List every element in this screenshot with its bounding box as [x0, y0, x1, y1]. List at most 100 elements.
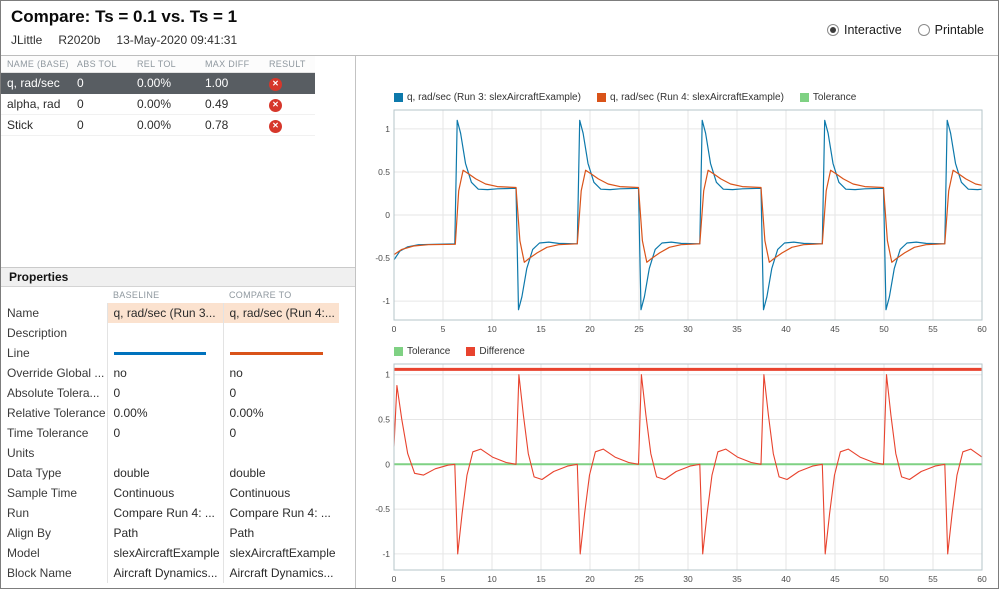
property-value-baseline[interactable]: 0 — [106, 383, 223, 403]
comparison-table: NAME (BASE) ABS TOL REL TOL MAX DIFF RES… — [1, 56, 315, 136]
user-name: JLittle — [11, 33, 43, 47]
abs-tol-cell[interactable]: 0 — [71, 93, 131, 115]
col-rel-tol: REL TOL — [131, 56, 199, 73]
signal-name-cell: Stick — [1, 114, 71, 136]
legend-label: Difference — [479, 345, 525, 357]
radio-printable-icon[interactable] — [917, 24, 930, 36]
legend-color-swatch — [799, 92, 809, 102]
property-value-compare[interactable]: Continuous — [222, 483, 339, 503]
property-value-compare[interactable]: 0 — [222, 383, 339, 403]
col-result: RESULT — [263, 56, 315, 73]
property-label: Block Name — [7, 566, 72, 580]
property-value-compare[interactable]: Aircraft Dynamics... — [222, 563, 339, 583]
property-value-compare[interactable]: q, rad/sec (Run 4:... — [222, 303, 339, 323]
rel-tol-cell[interactable]: 0.00% — [131, 72, 199, 94]
comparison-row[interactable]: q, rad/sec 0 0.00% 1.00 ✕ — [1, 72, 315, 94]
signals-chart[interactable]: 0 5 10 15 20 25 30 35 40 45 50 55 60 -1 -0.5 0 0.5 1 — [368, 106, 988, 336]
legend-color-swatch — [394, 346, 403, 356]
y-tick-label: 0.5 — [378, 167, 390, 177]
y-tick-label: -0.5 — [375, 253, 390, 263]
signal-name-cell: q, rad/sec — [1, 72, 71, 94]
y-tick-label: 0 — [385, 459, 390, 469]
radio-interactive[interactable]: Interactive — [826, 23, 902, 37]
properties-panel-header[interactable]: Properties — [1, 268, 355, 287]
property-label: Description — [7, 326, 68, 340]
x-tick-label: 0 — [392, 324, 397, 334]
x-tick-label: 10 — [487, 574, 497, 584]
property-value-baseline[interactable]: Continuous — [106, 483, 223, 503]
rel-tol-cell[interactable]: 0.00% — [131, 93, 199, 115]
x-tick-label: 30 — [683, 574, 693, 584]
x-tick-label: 25 — [634, 574, 644, 584]
property-label: Line — [7, 346, 30, 360]
x-tick-label: 5 — [441, 324, 446, 334]
property-row: Name q, rad/sec (Run 3... q, rad/sec (Run … — [1, 303, 339, 323]
y-tick-label: -1 — [382, 549, 390, 559]
x-tick-label: 45 — [830, 324, 840, 334]
property-row: Data Type double double — [1, 463, 339, 483]
result-cell: ✕ — [263, 72, 315, 94]
property-value-baseline[interactable]: no — [106, 363, 223, 383]
property-value-baseline[interactable]: Aircraft Dynamics... — [106, 563, 223, 583]
property-value-compare[interactable]: Compare Run 4: ... — [222, 503, 339, 523]
property-row: Description — [1, 323, 339, 343]
max-diff-cell: 0.49 — [199, 93, 263, 115]
col-compare-to: COMPARE TO — [229, 290, 292, 300]
property-row: Relative Tolerance 0.00% 0.00% — [1, 403, 339, 423]
property-value-compare[interactable]: double — [222, 463, 339, 483]
property-row: Override Global ... no no — [1, 363, 339, 383]
property-row: Block Name Aircraft Dynamics... Aircraft D… — [1, 563, 339, 583]
matlab-release: R2020b — [58, 33, 101, 47]
property-label: Data Type — [7, 466, 62, 480]
property-value-compare[interactable] — [222, 443, 339, 463]
x-tick-label: 30 — [683, 324, 693, 334]
abs-tol-cell[interactable]: 0 — [71, 72, 131, 94]
y-tick-label: 0.5 — [378, 415, 390, 425]
property-value-compare[interactable] — [222, 323, 339, 343]
property-value-compare[interactable] — [222, 343, 339, 363]
property-value-compare[interactable]: 0.00% — [222, 403, 339, 423]
max-diff-cell: 0.78 — [199, 114, 263, 136]
property-value-baseline[interactable]: Path — [106, 523, 223, 543]
property-label: Run — [7, 506, 30, 520]
property-value-compare[interactable]: slexAircraftExample — [222, 543, 339, 563]
property-value-compare[interactable]: 0 — [222, 423, 339, 443]
property-value-baseline[interactable]: q, rad/sec (Run 3... — [106, 303, 223, 323]
property-label: Override Global ... — [7, 366, 105, 380]
comparison-row[interactable]: alpha, rad 0 0.00% 0.49 ✕ — [1, 93, 315, 115]
property-value-baseline[interactable]: 0 — [106, 423, 223, 443]
legend-color-swatch — [466, 346, 476, 356]
property-row: Time Tolerance 0 0 — [1, 423, 339, 443]
property-row: Line — [1, 343, 339, 363]
property-value-baseline[interactable] — [106, 323, 223, 343]
x-tick-label: 35 — [732, 324, 742, 334]
comparison-table-header: NAME (BASE) ABS TOL REL TOL MAX DIFF RES… — [1, 56, 315, 73]
property-value-baseline[interactable] — [106, 343, 223, 363]
legend-item: q, rad/sec (Run 3: slexAircraftExample) — [394, 92, 581, 103]
comparison-results-area: NAME (BASE) ABS TOL REL TOL MAX DIFF RES… — [1, 56, 355, 268]
result-cell: ✕ — [263, 114, 315, 136]
property-value-baseline[interactable]: double — [106, 463, 223, 483]
x-tick-label: 55 — [928, 574, 938, 584]
radio-printable[interactable]: Printable — [917, 23, 984, 37]
x-tick-label: 50 — [879, 574, 889, 584]
radio-interactive-icon[interactable] — [826, 24, 839, 36]
x-tick-label: 0 — [392, 574, 397, 584]
property-label: Sample Time — [7, 486, 78, 500]
property-value-baseline[interactable]: slexAircraftExample — [106, 543, 223, 563]
property-label: Absolute Tolera... — [7, 386, 100, 400]
property-value-baseline[interactable] — [106, 443, 223, 463]
abs-tol-cell[interactable]: 0 — [71, 114, 131, 136]
rel-tol-cell[interactable]: 0.00% — [131, 114, 199, 136]
baseline-line-color-swatch — [113, 351, 207, 355]
comparison-row[interactable]: Stick 0 0.00% 0.78 ✕ — [1, 114, 315, 136]
property-value-compare[interactable]: no — [222, 363, 339, 383]
difference-chart[interactable]: 0 5 10 15 20 25 30 35 40 45 50 55 60 -1 -0.5 0 0.5 1 — [368, 360, 988, 586]
property-row: Sample Time Continuous Continuous — [1, 483, 339, 503]
property-value-baseline[interactable]: 0.00% — [106, 403, 223, 423]
property-value-baseline[interactable]: Compare Run 4: ... — [106, 503, 223, 523]
properties-table-header: BASELINE COMPARE TO — [1, 287, 339, 303]
compare-line-color-swatch — [229, 351, 323, 355]
property-value-compare[interactable]: Path — [222, 523, 339, 543]
header: Compare: Ts = 0.1 vs. Ts = 1 JLittle R20… — [1, 1, 998, 56]
